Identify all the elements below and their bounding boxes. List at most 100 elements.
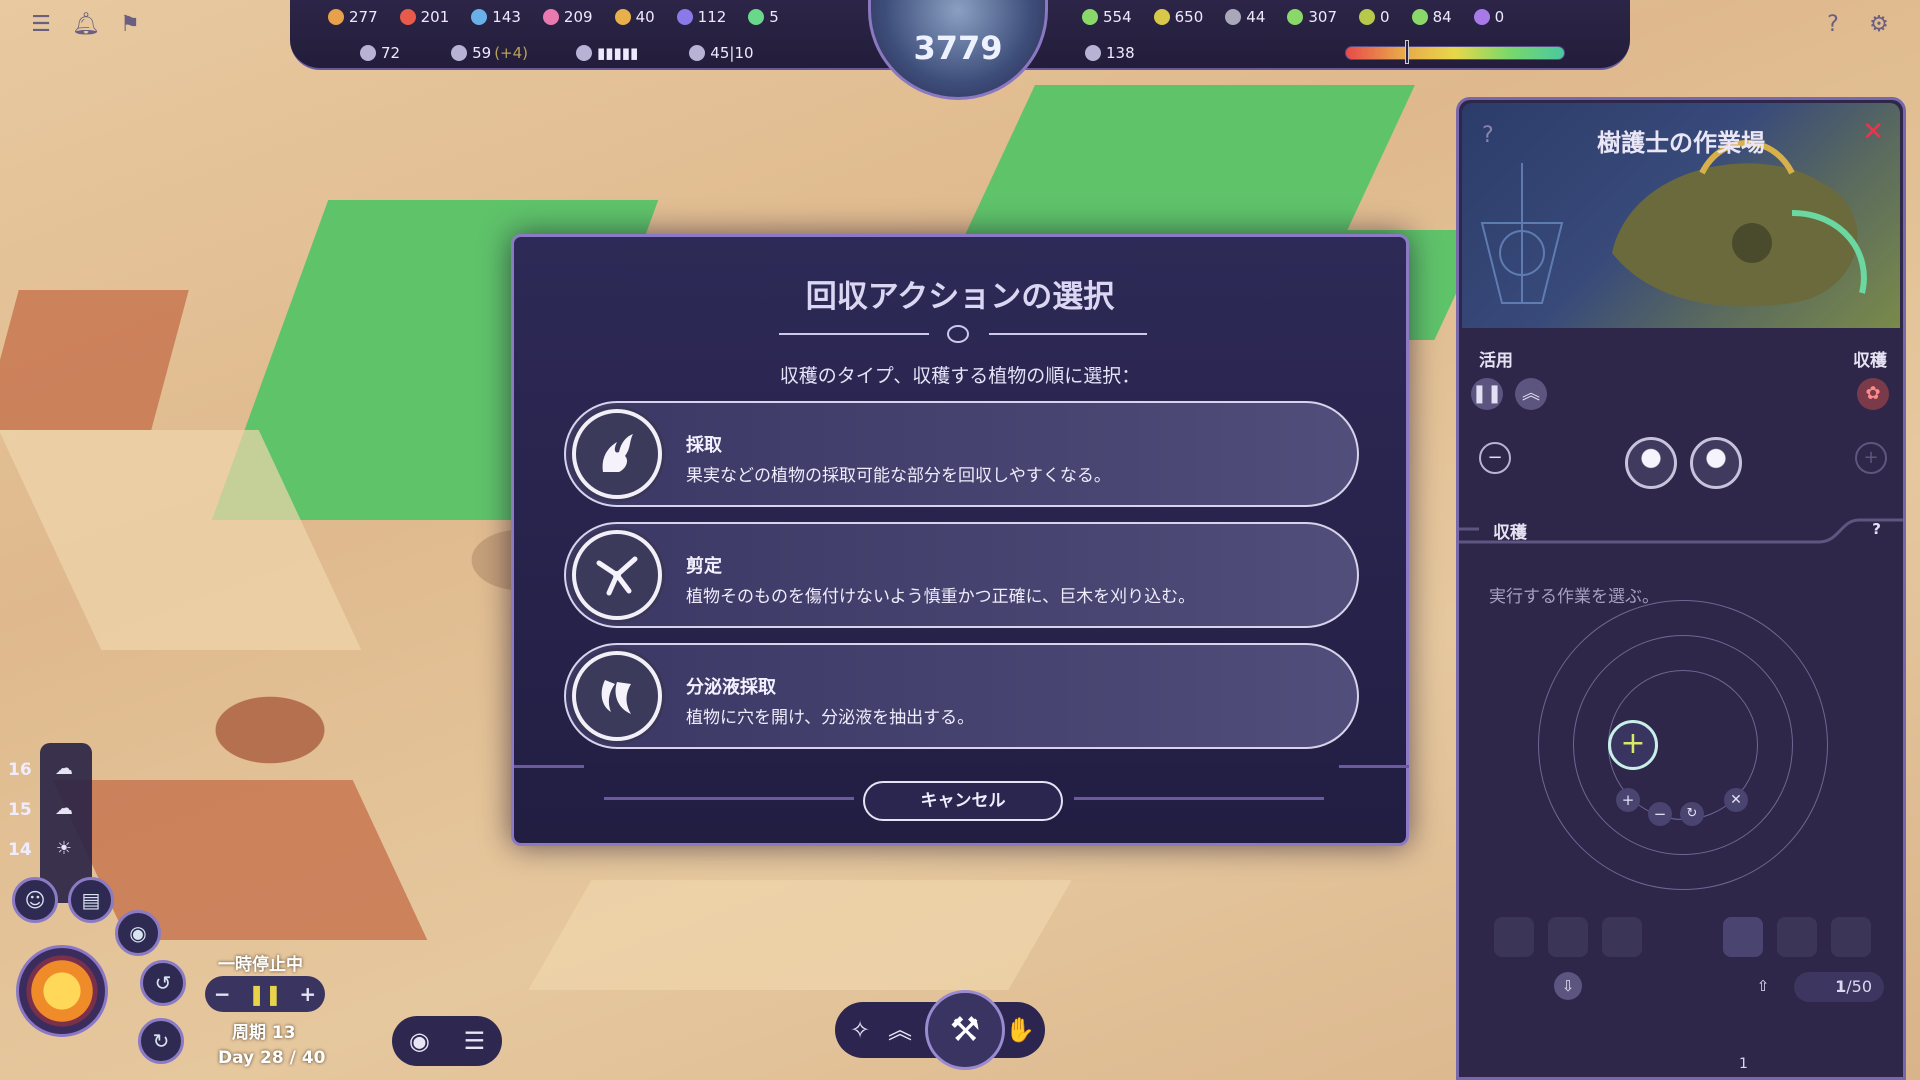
priority-up-button[interactable]: ︽ [1515, 378, 1547, 410]
resource-item[interactable]: 143 [471, 8, 521, 26]
upload-icon[interactable]: ⇧ [1749, 972, 1777, 1000]
close-icon[interactable]: ✕ [1862, 117, 1884, 147]
option-title: 剪定 [686, 556, 722, 577]
food-icon [328, 9, 344, 25]
plant-tool-icon[interactable]: ✧ [842, 1012, 878, 1048]
resource-item[interactable]: 0 [1473, 8, 1504, 26]
weather-button[interactable]: ↻ [138, 1018, 184, 1064]
sun-dial-icon[interactable] [16, 945, 108, 1037]
leaf-icon [748, 9, 765, 25]
orbit-add-icon[interactable]: + [1616, 788, 1640, 812]
population-panel-button[interactable]: ☺ [12, 877, 58, 923]
center-counter: 3779 [913, 28, 1003, 67]
resource-item[interactable]: 40 [614, 8, 655, 26]
bookmark-icon[interactable]: ⚑ [117, 12, 143, 38]
eye-icon[interactable]: ◉ [409, 1027, 430, 1055]
cancel-button[interactable]: キャンセル [863, 781, 1063, 821]
resource-item[interactable]: 45|10 [689, 44, 756, 62]
world-globe[interactable]: 3779 [868, 0, 1048, 100]
root-icon [676, 9, 693, 25]
resource-value: 44 [1246, 8, 1266, 26]
option-description: 果実などの植物の採取可能な部分を回収しやすくなる。 [686, 466, 1111, 486]
harvest-tool-icon[interactable]: ✋ [1002, 1012, 1038, 1048]
world-map-button[interactable]: ◉ [115, 910, 161, 956]
resource-item[interactable]: 209 [542, 8, 593, 26]
resource-value: 307 [1308, 8, 1338, 26]
seed-icon [614, 9, 631, 25]
help-icon[interactable]: ? [1820, 12, 1846, 38]
inventory-slot[interactable] [1548, 917, 1588, 957]
sun-small-icon: ☀ [55, 838, 73, 859]
option-title: 分泌液採取 [686, 677, 776, 698]
speed-up-button[interactable]: + [299, 982, 316, 1006]
resource-value: 45|10 [710, 44, 754, 62]
harvest-label: 収穫 [1853, 351, 1887, 371]
option-description: 植物そのものを傷付けないよう慎重かつ正確に、巨木を刈り込む。 [686, 587, 1196, 607]
worker-avatar[interactable] [1690, 437, 1742, 489]
pause-toggle-button[interactable]: ❚❚ [248, 982, 282, 1006]
frame-line [514, 765, 584, 768]
resource-value: 40 [635, 8, 655, 26]
option-prune[interactable]: 剪定 植物そのものを傷付けないよう慎重かつ正確に、巨木を刈り込む。 [564, 522, 1359, 628]
orbit-repeat-icon[interactable]: ↻ [1680, 802, 1704, 826]
orbit-remove-icon[interactable]: − [1648, 802, 1672, 826]
resource-item[interactable]: 5 [748, 8, 779, 26]
download-icon[interactable]: ⇩ [1554, 972, 1582, 1000]
resource-item[interactable]: 59 (+4) [451, 44, 528, 62]
resource-item[interactable]: 44 [1225, 8, 1265, 26]
map-dirt-patch [0, 290, 189, 430]
resource-item[interactable]: 307 [1287, 8, 1337, 26]
add-worker-button[interactable]: + [1855, 442, 1887, 474]
inventory-slot[interactable] [1831, 917, 1871, 957]
section-title: 収穫 [1493, 523, 1527, 543]
resource-item[interactable]: 0 [1359, 8, 1390, 26]
view-controls: ◉ ☰ [392, 1016, 502, 1066]
resource-item[interactable]: 201 [399, 8, 449, 26]
option-sap-tap[interactable]: 分泌液採取 植物に穴を開け、分泌液を抽出する。 [564, 643, 1359, 749]
codex-button[interactable]: ▤ [68, 877, 114, 923]
remove-worker-button[interactable]: − [1479, 442, 1511, 474]
inventory-slot[interactable] [1777, 917, 1817, 957]
flame-icon [399, 9, 416, 25]
resource-item[interactable]: ▮▮▮▮▮ [576, 44, 641, 62]
worker-avatar[interactable] [1625, 437, 1677, 489]
inventory-slot-filled[interactable] [1723, 917, 1763, 957]
section-help-icon[interactable]: ? [1872, 520, 1881, 538]
bell-icon[interactable]: 🔔︎ [72, 12, 100, 38]
resource-value: ▮▮▮▮▮ [597, 44, 639, 62]
resource-item[interactable]: 138 [1085, 44, 1135, 62]
panel-help-icon[interactable]: ? [1482, 123, 1494, 148]
harvest-type-icon[interactable]: ✿ [1857, 378, 1889, 410]
resource-item[interactable]: 277 [328, 8, 378, 26]
resource-item[interactable]: 112 [676, 8, 726, 26]
cycle-button[interactable]: ↺ [140, 960, 186, 1006]
pause-button[interactable]: ❚❚ [1471, 378, 1503, 410]
frame-line [1074, 797, 1324, 800]
resource-item[interactable]: 72 [360, 44, 403, 62]
forecast-day: 15 [8, 800, 32, 820]
resource-item[interactable]: 84 [1411, 8, 1452, 26]
forecast-day: 16 [8, 760, 32, 780]
resource-item[interactable]: 650 [1153, 8, 1203, 26]
forecast-day: 14 [8, 840, 32, 860]
inventory-slot[interactable] [1602, 917, 1642, 957]
resource-item[interactable]: 554 [1082, 8, 1132, 26]
upgrade-tool-icon[interactable]: ︽ [882, 1012, 918, 1048]
stats-row-left: 72 59 (+4) ▮▮▮▮▮ 45|10 [360, 44, 805, 62]
list-icon[interactable]: ☰ [464, 1027, 486, 1055]
population-icon [360, 45, 376, 61]
resource-row-right: 554 650 44 307 0 84 0 [1082, 8, 1526, 26]
menu-icon[interactable]: ☰ [28, 12, 54, 38]
option-gather[interactable]: 採取 果実などの植物の採取可能な部分を回収しやすくなる。 [564, 401, 1359, 507]
gear-icon[interactable]: ⚙ [1866, 12, 1892, 38]
hint-text: 実行する作業を選ぶ。 [1489, 587, 1659, 607]
resource-value: 0 [1380, 8, 1390, 26]
time-controls: − ❚❚ + [205, 976, 325, 1012]
resource-value: 84 [1432, 8, 1452, 26]
build-hammer-icon[interactable]: ⚒ [925, 990, 1005, 1070]
slow-down-button[interactable]: − [214, 982, 231, 1006]
stone-icon [1225, 9, 1242, 25]
orbit-clear-icon[interactable]: ✕ [1724, 788, 1748, 812]
inventory-slot[interactable] [1494, 917, 1534, 957]
add-task-button[interactable]: + [1608, 720, 1658, 770]
